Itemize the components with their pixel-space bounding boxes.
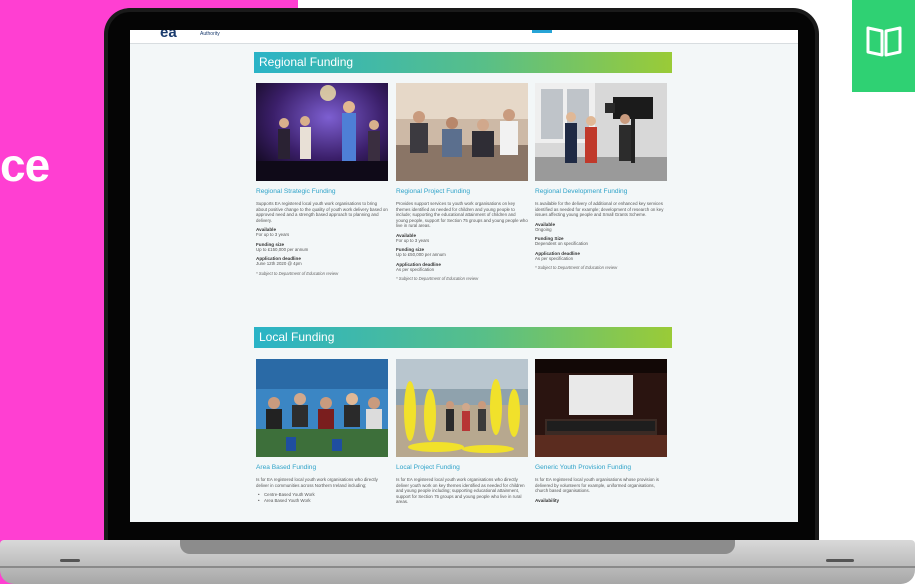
review-note: * Subject to Department of Education rev…: [535, 265, 618, 270]
photo-group-meeting: [396, 83, 528, 181]
list-item: Area Based Youth Work: [256, 498, 388, 504]
site-logo[interactable]: ea: [160, 30, 177, 41]
card-title[interactable]: Area Based Funding: [256, 464, 388, 471]
funding-size-value: Up to £150,000 per annum: [256, 246, 309, 252]
side-heading-fragment: ce: [0, 139, 50, 191]
active-nav-indicator: [532, 30, 552, 33]
photo-beach-surfboards: [396, 359, 528, 457]
funding-size-value: Dependent on specification: [535, 241, 588, 247]
deadline-value: As per specification: [535, 255, 574, 261]
available-value: For up to 3 years: [256, 232, 290, 238]
laptop-notch: [180, 540, 735, 554]
card-description: Is for EA registered local youth work or…: [396, 477, 525, 505]
photo-youth-circle: [256, 359, 388, 457]
funding-size-value: Up to £50,000 per annum: [396, 252, 446, 258]
photo-film-camera: [535, 83, 667, 181]
card-title[interactable]: Regional Project Funding: [396, 188, 528, 195]
stage: ce ea Authority Regional Funding Regiona…: [0, 0, 915, 584]
card-generic-youth[interactable]: Generic Youth Provision Funding Is for E…: [535, 359, 667, 503]
availability-label: Availability: [535, 497, 560, 503]
site-logo-sub: Authority: [200, 31, 220, 37]
laptop-base-detail: [826, 559, 854, 562]
card-regional-strategic[interactable]: Regional Strategic Funding Supports EA r…: [256, 83, 388, 276]
site-header: ea Authority: [130, 30, 798, 44]
review-note: * Subject to Department of Education rev…: [256, 270, 339, 276]
deadline-value: June 12th 2020 @ 4pm: [256, 261, 302, 267]
card-title[interactable]: Regional Development Funding: [535, 188, 667, 195]
available-value: Ongoing: [535, 226, 552, 232]
available-value: For up to 3 years: [396, 237, 430, 243]
card-description: Is for EA registered local youth work or…: [256, 477, 378, 488]
book-icon: [866, 26, 902, 57]
laptop-base-detail: [60, 559, 80, 562]
card-description: Is for EA registered local youth organis…: [535, 477, 659, 494]
card-title[interactable]: Local Project Funding: [396, 464, 528, 471]
card-description: Provides support services to youth work …: [396, 201, 528, 229]
card-title[interactable]: Regional Strategic Funding: [256, 188, 388, 195]
card-regional-development[interactable]: Regional Development Funding Is availabl…: [535, 83, 667, 270]
laptop-base-line: [0, 566, 915, 568]
photo-stage-event: [535, 359, 667, 457]
card-local-project[interactable]: Local Project Funding Is for EA register…: [396, 359, 528, 505]
review-note: * Subject to Department of Education rev…: [396, 276, 479, 282]
card-description: Is available for the delivery of additio…: [535, 201, 664, 218]
book-tile[interactable]: [852, 0, 915, 92]
card-area-based[interactable]: Area Based Funding Is for EA registered …: [256, 359, 388, 503]
photo-band-performance: [256, 83, 388, 181]
card-regional-project[interactable]: Regional Project Funding Provides suppor…: [396, 83, 528, 281]
regional-funding-heading: Regional Funding: [254, 52, 672, 73]
card-title[interactable]: Generic Youth Provision Funding: [535, 464, 667, 471]
deadline-value: As per specification: [396, 266, 435, 272]
card-description: Supports EA registered local youth work …: [256, 201, 388, 223]
local-funding-heading: Local Funding: [254, 327, 672, 348]
laptop-screen: ea Authority Regional Funding Regional S…: [130, 30, 798, 522]
